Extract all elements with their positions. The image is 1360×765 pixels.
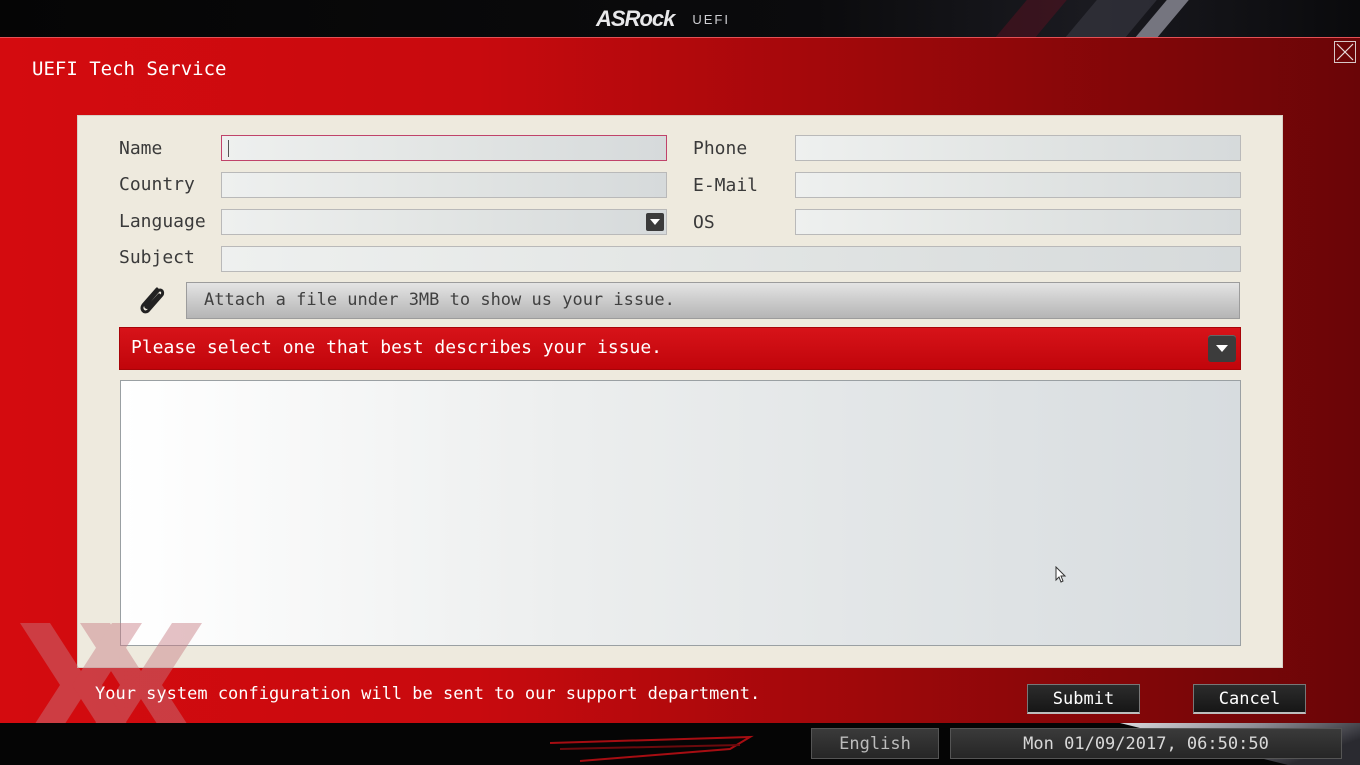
mouse-cursor-icon <box>1055 566 1067 583</box>
phone-input[interactable] <box>795 135 1241 161</box>
issue-description-textarea[interactable] <box>120 380 1241 646</box>
os-label: OS <box>693 212 715 233</box>
text-caret <box>228 140 229 157</box>
top-header-bar: ASRock UEFI <box>0 0 1360 37</box>
submit-button[interactable]: Submit <box>1027 684 1140 714</box>
cancel-button[interactable]: Cancel <box>1193 684 1306 714</box>
email-input[interactable] <box>795 172 1241 198</box>
os-input[interactable] <box>795 209 1241 235</box>
email-label: E-Mail <box>693 175 759 196</box>
footer-decor-icon <box>550 735 754 762</box>
chevron-down-icon <box>650 219 660 225</box>
subject-input[interactable] <box>221 246 1241 272</box>
issue-category-placeholder: Please select one that best describes yo… <box>131 337 663 358</box>
country-label: Country <box>119 174 195 195</box>
close-icon <box>1336 43 1354 61</box>
brand-logo: ASRock UEFI <box>596 6 730 32</box>
issue-dropdown-button[interactable] <box>1208 335 1236 362</box>
language-dropdown-button[interactable] <box>646 213 664 231</box>
brand-product: UEFI <box>692 11 730 27</box>
name-label: Name <box>119 138 163 159</box>
datetime-display: Mon 01/09/2017, 06:50:50 <box>950 728 1342 759</box>
issue-category-select[interactable]: Please select one that best describes yo… <box>119 327 1241 370</box>
country-input[interactable] <box>221 172 667 198</box>
subject-label: Subject <box>119 247 195 268</box>
dialog-title: UEFI Tech Service <box>32 58 227 80</box>
language-button[interactable]: English <box>811 728 939 759</box>
form-panel: Name Country Language Subject Phone E-Ma… <box>77 115 1283 668</box>
paperclip-icon[interactable] <box>135 283 169 319</box>
attach-file-button[interactable]: Attach a file under 3MB to show us your … <box>186 282 1240 319</box>
brand-name: ASRock <box>596 6 675 31</box>
chevron-down-icon <box>1216 345 1228 352</box>
close-button[interactable] <box>1334 41 1356 63</box>
footer-note: Your system configuration will be sent t… <box>95 684 761 704</box>
phone-label: Phone <box>693 138 748 159</box>
name-input[interactable] <box>221 135 667 161</box>
attach-file-label: Attach a file under 3MB to show us your … <box>204 290 675 310</box>
header-decor-stripe <box>984 0 1076 37</box>
language-select[interactable] <box>221 209 667 235</box>
tech-service-dialog: UEFI Tech Service Name Country Language <box>0 37 1360 747</box>
bottom-status-bar: English Mon 01/09/2017, 06:50:50 <box>0 723 1360 765</box>
language-label: Language <box>119 211 206 232</box>
